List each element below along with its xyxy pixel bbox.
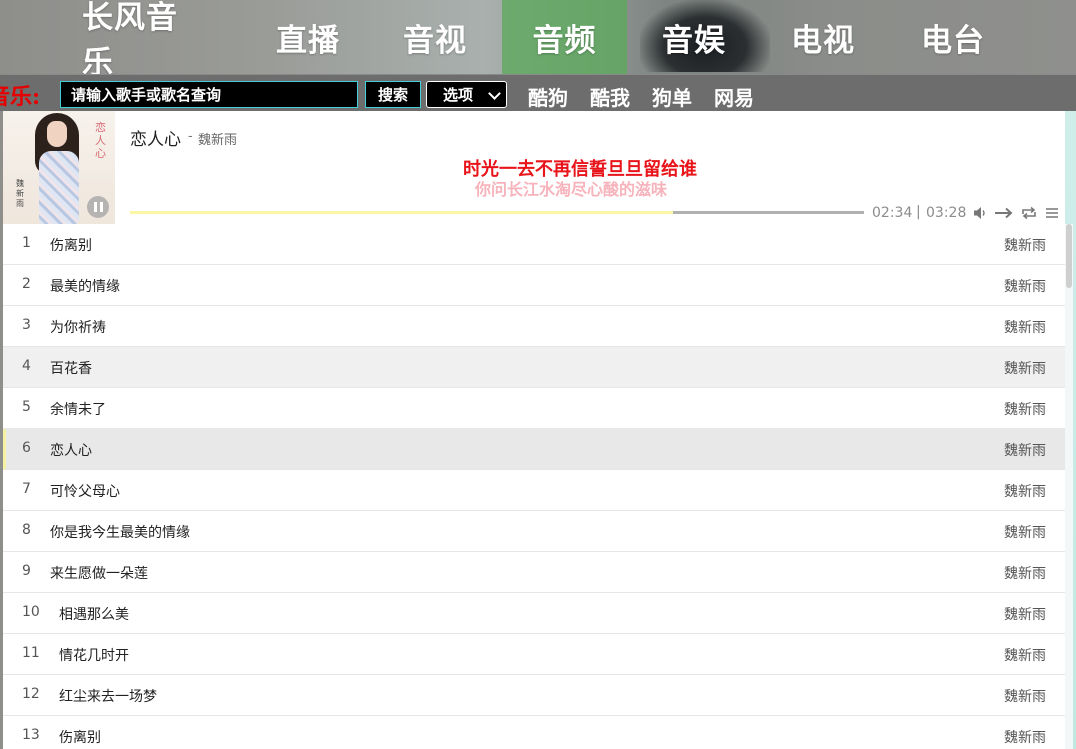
search-button[interactable]: 搜索 [365,81,421,108]
song-artist-cell: 魏新雨 [1004,648,1046,664]
lyric-next: 你问长江水淘尽心酸的滋味 [475,182,668,199]
song-artist-cell: 魏新雨 [1004,566,1046,582]
scrollbar-thumb[interactable] [1066,224,1072,288]
song-artist-cell: 魏新雨 [1004,361,1046,377]
table-row[interactable]: 12 红尘来去一场梦 魏新雨 [3,675,1065,716]
source-link-kuwo[interactable]: 酷我 [590,82,630,111]
time-separator: | [916,204,921,220]
source-link-kugou[interactable]: 酷狗 [528,82,568,111]
search-input[interactable] [60,81,358,108]
top-nav: 长风音乐 直播 音视 音频 音娱 电视 电台 [0,0,1076,81]
song-artist-cell: 魏新雨 [1004,443,1046,459]
song-number: 10 [22,604,40,620]
progress-bar[interactable] [130,211,864,214]
song-artist-cell: 魏新雨 [1004,689,1046,705]
time-current: 02:34 [872,205,913,221]
song-number: 11 [22,645,40,661]
table-row[interactable]: 13 伤离别 魏新雨 [3,716,1065,749]
volume-icon[interactable] [973,205,987,221]
nav-item-tv[interactable]: 电视 [760,0,886,74]
song-name: 情花几时开 [59,648,129,664]
nav-item-audio[interactable]: 音频 [502,0,627,74]
song-number: 5 [22,399,31,415]
song-number: 3 [22,317,31,333]
table-row[interactable]: 8 你是我今生最美的情缘 魏新雨 [3,511,1065,552]
table-row[interactable]: 4 百花香 魏新雨 [3,347,1065,388]
song-name: 伤离别 [50,238,92,254]
time-total: 03:28 [926,205,967,221]
table-row[interactable]: 11 情花几时开 魏新雨 [3,634,1065,675]
pause-icon[interactable] [87,196,109,218]
song-name: 你是我今生最美的情缘 [50,525,190,541]
song-number: 8 [22,522,31,538]
progress-fill [130,211,674,214]
song-title: 恋人心 [130,130,181,150]
song-number: 4 [22,358,31,374]
table-row[interactable]: 7 可怜父母心 魏新雨 [3,470,1065,511]
cover-dress [39,151,79,224]
search-bar: 音乐: 搜索 选项 酷狗 酷我 狗单 网易 [0,74,1076,111]
playlist-scrollbar[interactable] [1065,224,1073,749]
song-artist-cell: 魏新雨 [1004,525,1046,541]
loop-icon[interactable] [1021,205,1037,221]
song-name: 相遇那么美 [59,607,129,623]
song-name: 红尘来去一场梦 [59,689,157,705]
song-artist-cell: 魏新雨 [1004,279,1046,295]
song-name: 百花香 [50,361,92,377]
song-artist-cell: 魏新雨 [1004,730,1046,746]
nav-item-video[interactable]: 音视 [372,0,498,74]
song-number: 2 [22,276,31,292]
song-artist-cell: 魏新雨 [1004,238,1046,254]
song-number: 1 [22,235,31,251]
music-player: 恋人心 魏新雨 恋人心 - 魏新雨 时光一去不再信誓旦旦留给谁 你问长江水淘尽心… [3,111,1065,224]
song-artist-cell: 魏新雨 [1004,402,1046,418]
playlist: 1 伤离别 魏新雨 2 最美的情缘 魏新雨 3 为你祈祷 魏新雨 4 百花香 魏新雨 5 余情未了 魏新雨 6… [3,224,1065,749]
chevron-down-icon [488,87,501,100]
song-number: 13 [22,727,40,743]
song-artist: 魏新雨 [198,133,238,148]
table-row[interactable]: 2 最美的情缘 魏新雨 [3,265,1065,306]
source-select[interactable]: 选项 [426,81,507,108]
song-name: 可怜父母心 [50,484,120,500]
table-row[interactable]: 5 余情未了 魏新雨 [3,388,1065,429]
playlist-menu-icon[interactable] [1045,205,1059,221]
song-name: 伤离别 [59,730,101,746]
cover-artist-mark: 魏新雨 [16,179,24,208]
source-link-netease[interactable]: 网易 [714,82,754,111]
song-number: 12 [22,686,40,702]
source-link-goudan[interactable]: 狗单 [652,82,692,111]
nav-item-radio[interactable]: 电台 [890,0,1016,74]
song-name: 来生愿做一朵莲 [50,566,148,582]
table-row[interactable]: 9 来生愿做一朵莲 魏新雨 [3,552,1065,593]
table-row[interactable]: 1 伤离别 魏新雨 [3,224,1065,265]
song-name: 余情未了 [50,402,106,418]
song-name: 为你祈祷 [50,320,106,336]
nav-item-entertainment[interactable]: 音娱 [631,0,757,74]
table-row[interactable]: 10 相遇那么美 魏新雨 [3,593,1065,634]
song-separator: - [188,129,193,144]
song-artist-cell: 魏新雨 [1004,320,1046,336]
song-number: 6 [22,440,31,456]
album-cover: 恋人心 魏新雨 [3,111,115,224]
nav-item-live[interactable]: 直播 [245,0,371,74]
table-row[interactable]: 3 为你祈祷 魏新雨 [3,306,1065,347]
search-label: 音乐: [0,84,41,110]
song-name: 最美的情缘 [50,279,120,295]
song-number: 9 [22,563,31,579]
song-artist-cell: 魏新雨 [1004,484,1046,500]
play-order-icon[interactable] [994,205,1014,221]
source-select-value: 选项 [443,86,474,104]
nav-item-home[interactable]: 长风音乐 [82,0,208,81]
cover-face [47,121,67,147]
song-artist-cell: 魏新雨 [1004,607,1046,623]
table-row[interactable]: 6 恋人心 魏新雨 [3,429,1065,470]
song-number: 7 [22,481,31,497]
song-name: 恋人心 [50,443,92,459]
cover-script: 恋人心 [95,121,106,160]
